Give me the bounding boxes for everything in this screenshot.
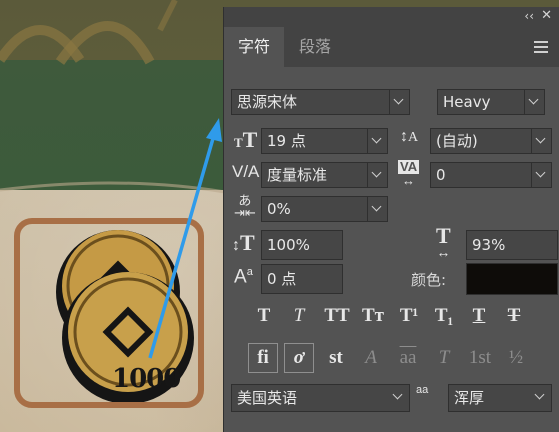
font-size-icon: TT (234, 127, 258, 152)
underline-glyph: T (472, 305, 486, 326)
leading-value: (自动) (436, 132, 478, 150)
vertical-scale-icon: ↕T (232, 230, 255, 255)
fractions-button[interactable]: ½ (503, 345, 529, 371)
subscript-button[interactable]: T₁ (431, 303, 457, 329)
faux-bold-button[interactable]: T (251, 303, 277, 329)
chevron-down-icon[interactable] (524, 90, 544, 114)
chevron-down-icon[interactable] (389, 90, 409, 114)
faux-italic-button[interactable]: T (286, 303, 312, 329)
contextual-alternates-glyph: ơ (293, 347, 305, 368)
faux-bold-glyph: T (257, 305, 271, 326)
antialias-icon: aa (416, 384, 428, 403)
contextual-alternates-button[interactable]: ơ (284, 343, 314, 373)
language-select[interactable]: 美国英语 (231, 384, 410, 412)
chevron-down-icon[interactable] (531, 163, 551, 187)
antialias-icon-text: aa (416, 384, 429, 396)
superscript-button[interactable]: T¹ (396, 303, 422, 329)
color-label: 颜色: (411, 271, 447, 289)
chevron-down-icon[interactable] (367, 163, 387, 187)
strikethrough-button[interactable]: T (501, 303, 527, 329)
close-panel-icon[interactable]: ✕ (541, 8, 552, 23)
titling-alternates-glyph: T (438, 347, 450, 368)
chevron-down-icon[interactable] (367, 129, 387, 153)
subscript-glyph: T₁ (434, 305, 454, 326)
vertical-scale-field[interactable]: 100% (261, 230, 343, 260)
font-style-value: Heavy (443, 93, 491, 111)
small-caps-button[interactable]: Tт (358, 303, 388, 329)
collapse-panel-icon[interactable]: ‹‹ (524, 9, 534, 23)
all-caps-glyph: TT (324, 305, 350, 326)
chevron-down-icon[interactable] (389, 385, 409, 411)
titling-alternates-button[interactable]: T (431, 345, 457, 371)
color-swatch[interactable] (466, 263, 558, 295)
underline-button[interactable]: T (466, 303, 492, 329)
baseline-shift-value: 0 点 (267, 270, 297, 288)
antialias-value: 浑厚 (454, 389, 485, 407)
ordinals-button[interactable]: 1st (465, 345, 495, 371)
font-family-select[interactable]: 思源宋体 (231, 89, 410, 115)
tsume-icon: あ ⇥⇤ (234, 193, 256, 220)
font-style-select[interactable]: Heavy (437, 89, 545, 115)
horizontal-scale-icon: T ↔ (436, 223, 451, 262)
baseline-shift-icon: Aa (234, 266, 253, 288)
baseline-shift-field[interactable]: 0 点 (261, 264, 343, 294)
language-value: 美国英语 (237, 389, 298, 407)
panel-titlebar: ‹‹ ✕ (224, 7, 559, 27)
kerning-icon: V/A (232, 162, 260, 181)
horizontal-scale-value: 93% (472, 236, 506, 254)
font-size-field[interactable]: 19 点 (261, 128, 388, 154)
horizontal-scale-field[interactable]: 93% (466, 230, 558, 260)
stylistic-alternates-glyph: aa (399, 347, 417, 368)
leading-icon: ↕A (400, 128, 419, 145)
swash-button[interactable]: A (358, 345, 384, 371)
panel-tabs: 字符 段落 (224, 27, 559, 67)
swash-glyph: A (365, 347, 377, 368)
font-size-value: 19 点 (267, 132, 306, 150)
chevron-down-icon[interactable] (531, 385, 551, 411)
font-family-value: 思源宋体 (237, 93, 298, 111)
fractions-glyph: ½ (508, 347, 524, 368)
small-caps-glyph: Tт (361, 305, 384, 326)
stylistic-alternates-button[interactable]: aa (393, 345, 423, 371)
chevron-down-icon[interactable] (531, 129, 551, 153)
standard-ligatures-glyph: fi (257, 347, 269, 368)
tracking-field[interactable]: 0 (430, 162, 552, 188)
kerning-value: 度量标准 (267, 166, 328, 184)
standard-ligatures-button[interactable]: fi (248, 343, 278, 373)
panel-menu-icon[interactable] (534, 41, 548, 53)
vertical-scale-value: 100% (267, 236, 310, 254)
discretionary-ligatures-button[interactable]: st (323, 345, 349, 371)
discretionary-ligatures-glyph: st (329, 347, 343, 368)
tracking-icon: VA ↔ (398, 159, 420, 188)
tsume-value: 0% (267, 200, 291, 218)
tracking-value: 0 (436, 166, 446, 184)
all-caps-button[interactable]: TT (322, 303, 352, 329)
tab-paragraph[interactable]: 段落 (286, 27, 344, 67)
leading-field[interactable]: (自动) (430, 128, 552, 154)
ordinals-glyph: 1st (468, 347, 492, 368)
antialias-select[interactable]: 浑厚 (448, 384, 552, 412)
faux-italic-glyph: T (293, 305, 305, 326)
chevron-down-icon[interactable] (367, 197, 387, 221)
character-panel: ‹‹ ✕ 字符 段落 思源宋体 Heavy TT 19 点 ↕A (自动) V/… (223, 7, 559, 432)
strikethrough-glyph: T (507, 305, 521, 326)
superscript-glyph: T¹ (399, 305, 419, 326)
kerning-select[interactable]: 度量标准 (261, 162, 388, 188)
tab-character[interactable]: 字符 (224, 27, 284, 67)
tsume-field[interactable]: 0% (261, 196, 388, 222)
